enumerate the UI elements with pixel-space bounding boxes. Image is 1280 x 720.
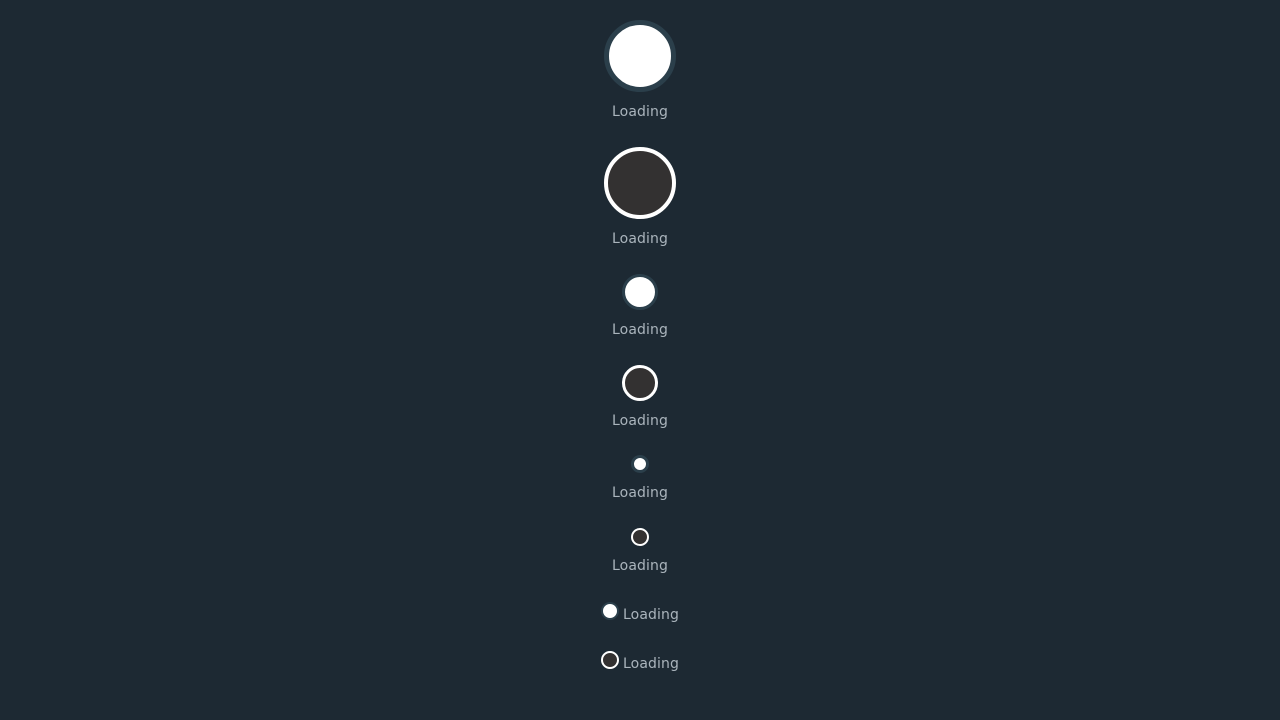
loader-label: Loading bbox=[612, 104, 668, 120]
spinner-icon bbox=[631, 528, 649, 546]
loader-dark-sm: Loading bbox=[0, 528, 1280, 575]
loader-dark-xl: Loading bbox=[0, 147, 1280, 248]
loader-label: Loading bbox=[623, 607, 679, 623]
loader-light-md: Loading bbox=[0, 274, 1280, 339]
spinner-icon bbox=[601, 651, 620, 669]
loader-label: Loading bbox=[612, 322, 668, 338]
loader-light-sm: Loading bbox=[0, 455, 1280, 502]
loader-label: Loading bbox=[612, 231, 668, 247]
loader-dark-md: Loading bbox=[0, 365, 1280, 430]
spinner-icon bbox=[631, 455, 649, 473]
loader-dark-inline: Loading bbox=[0, 651, 1280, 673]
spinner-icon bbox=[622, 274, 658, 310]
loader-label: Loading bbox=[612, 413, 668, 429]
loader-label: Loading bbox=[612, 558, 668, 574]
spinner-icon bbox=[604, 147, 676, 219]
loader-showcase: Loading Loading Loading Loading Loading … bbox=[0, 0, 1280, 720]
spinner-icon bbox=[604, 20, 676, 92]
loader-light-xl: Loading bbox=[0, 20, 1280, 121]
spinner-icon bbox=[601, 602, 620, 620]
spinner-icon bbox=[622, 365, 658, 401]
loader-label: Loading bbox=[623, 656, 679, 672]
loader-label: Loading bbox=[612, 485, 668, 501]
loader-light-inline: Loading bbox=[0, 602, 1280, 624]
